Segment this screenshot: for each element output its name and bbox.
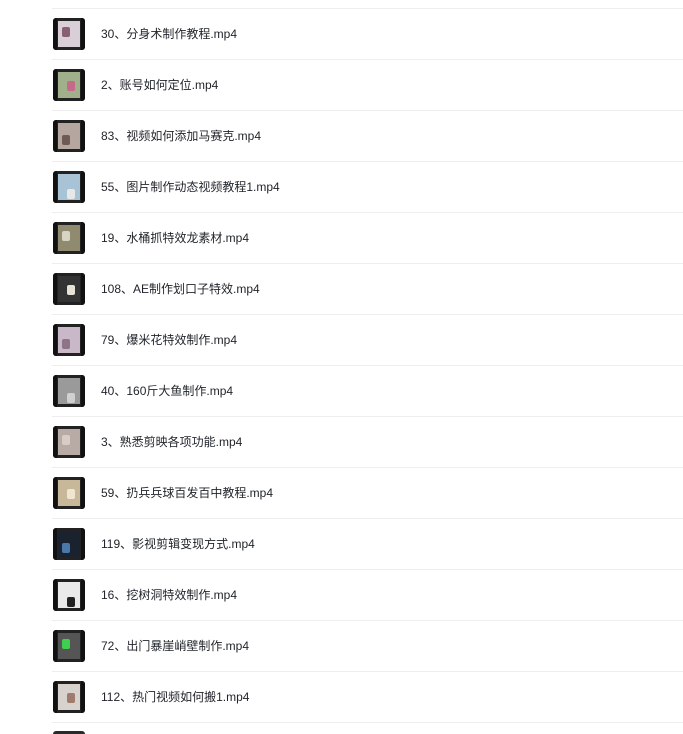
film-strip-right (81, 324, 85, 356)
file-name[interactable]: 55、图片制作动态视频教程1.mp4 (101, 162, 280, 213)
film-strip-right (81, 171, 85, 203)
file-row[interactable]: 59、扔兵兵球百发百中教程.mp4 (0, 468, 683, 519)
file-name[interactable]: 83、视频如何添加马赛克.mp4 (101, 111, 261, 162)
film-strip-right (81, 18, 85, 50)
thumbnail-detail (67, 285, 75, 295)
film-strip-right (81, 630, 85, 662)
video-thumbnail-icon[interactable] (53, 375, 85, 407)
thumbnail-detail (62, 339, 70, 349)
thumbnail-detail (62, 435, 70, 445)
video-thumbnail-icon[interactable] (53, 528, 85, 560)
thumbnail-frame (58, 684, 80, 710)
thumbnail-frame (58, 531, 80, 557)
video-thumbnail-icon[interactable] (53, 426, 85, 458)
file-name[interactable]: 72、出门暴崖峭壁制作.mp4 (101, 621, 249, 672)
file-row[interactable]: 2、账号如何定位.mp4 (0, 60, 683, 111)
file-row[interactable]: 119、影视剪辑变现方式.mp4 (0, 519, 683, 570)
file-name[interactable]: 2、账号如何定位.mp4 (101, 60, 218, 111)
thumbnail-detail (62, 639, 70, 649)
video-thumbnail-icon[interactable] (53, 18, 85, 50)
file-name[interactable]: 119、影视剪辑变现方式.mp4 (101, 519, 255, 570)
file-name[interactable]: 19、水桶抓特效龙素材.mp4 (101, 213, 249, 264)
file-name[interactable]: 79、爆米花特效制作.mp4 (101, 315, 237, 366)
film-strip-right (81, 681, 85, 713)
video-thumbnail-icon[interactable] (53, 120, 85, 152)
thumbnail-detail (67, 81, 75, 91)
thumbnail-frame (58, 225, 80, 251)
thumbnail-frame (58, 378, 80, 404)
thumbnail-detail (62, 231, 70, 241)
file-name[interactable]: 59、扔兵兵球百发百中教程.mp4 (101, 468, 273, 519)
thumbnail-detail (67, 693, 75, 703)
file-row[interactable]: 19、水桶抓特效龙素材.mp4 (0, 213, 683, 264)
film-strip-right (81, 477, 85, 509)
video-thumbnail-icon[interactable] (53, 630, 85, 662)
thumbnail-frame (58, 327, 80, 353)
film-strip-left (53, 528, 57, 560)
film-strip-right (81, 69, 85, 101)
thumbnail-detail (67, 393, 75, 403)
thumbnail-frame (58, 276, 80, 302)
file-name[interactable]: 3、熟悉剪映各项功能.mp4 (101, 417, 242, 468)
film-strip-left (53, 222, 57, 254)
file-row[interactable]: 40、160斤大鱼制作.mp4 (0, 366, 683, 417)
thumbnail-detail (67, 597, 75, 607)
film-strip-right (81, 426, 85, 458)
file-row[interactable]: 83、视频如何添加马赛克.mp4 (0, 111, 683, 162)
film-strip-left (53, 18, 57, 50)
video-thumbnail-icon[interactable] (53, 69, 85, 101)
video-thumbnail-icon[interactable] (53, 681, 85, 713)
file-name[interactable]: 30、分身术制作教程.mp4 (101, 9, 237, 60)
file-row[interactable]: 108、AE制作划口子特效.mp4 (0, 264, 683, 315)
thumbnail-frame (58, 72, 80, 98)
film-strip-right (81, 120, 85, 152)
file-row[interactable]: 55、图片制作动态视频教程1.mp4 (0, 162, 683, 213)
video-thumbnail-icon[interactable] (53, 579, 85, 611)
thumbnail-frame (58, 429, 80, 455)
thumbnail-detail (67, 489, 75, 499)
film-strip-left (53, 681, 57, 713)
file-list: 30、分身术制作教程.mp4 2、账号如何定位.mp4 83、视频如何添加马赛克.m… (0, 9, 683, 723)
film-strip-left (53, 375, 57, 407)
film-strip-left (53, 426, 57, 458)
file-row[interactable]: 79、爆米花特效制作.mp4 (0, 315, 683, 366)
thumbnail-frame (58, 21, 80, 47)
file-name[interactable]: 108、AE制作划口子特效.mp4 (101, 264, 260, 315)
thumbnail-detail (67, 189, 75, 199)
video-thumbnail-icon[interactable] (53, 222, 85, 254)
film-strip-left (53, 120, 57, 152)
film-strip-left (53, 273, 57, 305)
film-strip-right (81, 579, 85, 611)
video-thumbnail-icon[interactable] (53, 477, 85, 509)
video-thumbnail-icon[interactable] (53, 171, 85, 203)
thumbnail-detail (62, 135, 70, 145)
thumbnail-frame (58, 123, 80, 149)
thumbnail-detail (62, 543, 70, 553)
film-strip-left (53, 477, 57, 509)
film-strip-left (53, 324, 57, 356)
file-row[interactable]: 3、熟悉剪映各项功能.mp4 (0, 417, 683, 468)
thumbnail-frame (58, 480, 80, 506)
thumbnail-frame (58, 174, 80, 200)
video-thumbnail-icon[interactable] (53, 273, 85, 305)
file-row[interactable]: 72、出门暴崖峭壁制作.mp4 (0, 621, 683, 672)
film-strip-left (53, 171, 57, 203)
film-strip-right (81, 222, 85, 254)
thumbnail-frame (58, 582, 80, 608)
film-strip-right (81, 528, 85, 560)
thumbnail-frame (58, 633, 80, 659)
file-name[interactable]: 40、160斤大鱼制作.mp4 (101, 366, 233, 417)
film-strip-left (53, 630, 57, 662)
file-name[interactable]: 16、挖树洞特效制作.mp4 (101, 570, 237, 621)
file-name[interactable]: 112、热门视频如何搬1.mp4 (101, 672, 249, 723)
film-strip-right (81, 273, 85, 305)
file-row[interactable]: 112、热门视频如何搬1.mp4 (0, 672, 683, 723)
film-strip-left (53, 69, 57, 101)
file-row[interactable]: 30、分身术制作教程.mp4 (0, 9, 683, 60)
thumbnail-detail (62, 27, 70, 37)
film-strip-right (81, 375, 85, 407)
video-thumbnail-icon[interactable] (53, 324, 85, 356)
film-strip-left (53, 579, 57, 611)
file-row[interactable]: 16、挖树洞特效制作.mp4 (0, 570, 683, 621)
